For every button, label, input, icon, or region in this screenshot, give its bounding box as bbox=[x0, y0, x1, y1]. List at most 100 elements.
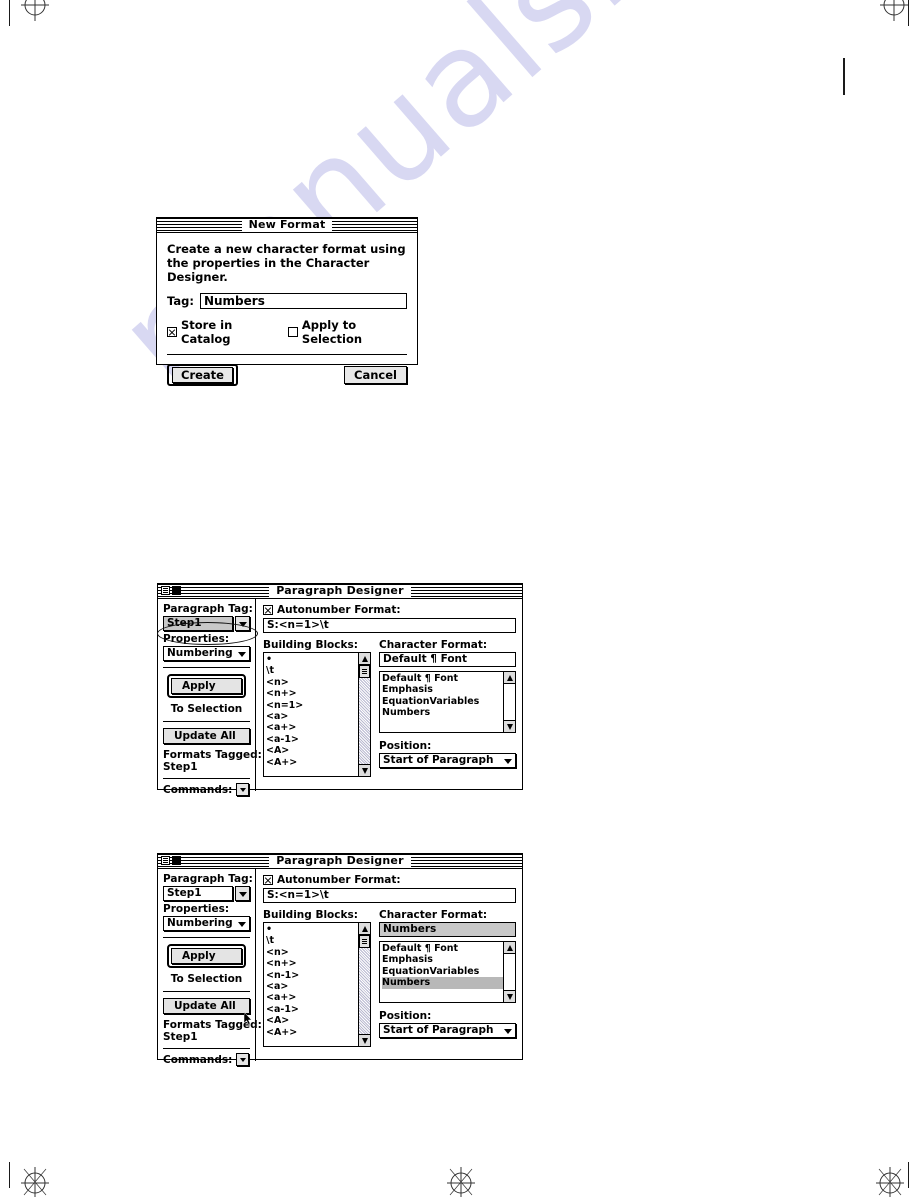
list-item[interactable]: <n-1> bbox=[266, 970, 358, 981]
pd1-character-format-scrollbar[interactable] bbox=[503, 672, 515, 732]
list-item[interactable]: • bbox=[266, 924, 358, 935]
pd1-apply-button[interactable]: Apply bbox=[171, 678, 242, 694]
scroll-up-arrow-icon[interactable] bbox=[504, 672, 515, 684]
pd2-building-blocks-list[interactable]: • \t <n> <n+> <n-1> <a> <a+> <a-1> <A> <… bbox=[263, 922, 371, 1047]
list-item[interactable]: • bbox=[266, 654, 358, 665]
pd1-building-blocks-label: Building Blocks: bbox=[263, 639, 358, 651]
scrollbar-thumb[interactable] bbox=[359, 935, 370, 948]
list-item[interactable]: <n+> bbox=[266, 688, 358, 699]
chevron-down-icon bbox=[504, 758, 512, 764]
list-item[interactable]: EquationVariables bbox=[382, 966, 503, 977]
pd1-autonumber-input[interactable]: S:<n=1>\t bbox=[263, 618, 516, 633]
scroll-down-arrow-icon[interactable] bbox=[359, 1034, 370, 1046]
list-item[interactable]: Numbers bbox=[382, 707, 503, 718]
list-item[interactable]: Default ¶ Font bbox=[382, 943, 503, 954]
tag-input[interactable]: Numbers bbox=[199, 293, 407, 309]
pd1-properties-popup[interactable]: Numbering bbox=[163, 646, 250, 661]
scroll-down-arrow-icon[interactable] bbox=[504, 720, 515, 732]
pd2-autonumber-input[interactable]: S:<n=1>\t bbox=[263, 888, 516, 903]
new-format-description: Create a new character format using the … bbox=[167, 242, 406, 284]
zoom-box-icon[interactable] bbox=[172, 586, 181, 595]
new-format-button-row: Create Cancel bbox=[167, 364, 407, 386]
list-item[interactable]: EquationVariables bbox=[382, 696, 503, 707]
pd2-paragraph-tag-popup[interactable]: Step1 bbox=[163, 886, 250, 901]
chevron-down-icon[interactable] bbox=[236, 1053, 250, 1066]
pd2-building-blocks-label: Building Blocks: bbox=[263, 909, 358, 921]
pd1-character-format-list[interactable]: Default ¶ Font Emphasis EquationVariable… bbox=[379, 671, 516, 733]
list-item[interactable]: <a> bbox=[266, 711, 358, 722]
close-box-icon[interactable] bbox=[161, 856, 170, 865]
store-in-catalog-checkbox[interactable]: Store in Catalog bbox=[167, 318, 274, 346]
scrollbar-track[interactable] bbox=[359, 935, 370, 1034]
list-item[interactable]: <n> bbox=[266, 677, 358, 688]
pd1-character-format-label: Character Format: bbox=[379, 639, 488, 651]
scroll-up-arrow-icon[interactable] bbox=[359, 923, 370, 935]
pd1-paragraph-tag-value[interactable]: Step1 bbox=[163, 616, 233, 631]
pd2-character-format-scrollbar[interactable] bbox=[503, 942, 515, 1002]
pd2-update-all-button[interactable]: Update All bbox=[163, 998, 250, 1014]
checkbox-checked-icon[interactable] bbox=[263, 875, 273, 885]
list-item[interactable]: <n=1> bbox=[266, 700, 358, 711]
pd2-commands-row[interactable]: Commands: bbox=[163, 1053, 250, 1066]
scrollbar-track[interactable] bbox=[359, 665, 370, 764]
scrollbar-track[interactable] bbox=[504, 684, 515, 720]
list-item[interactable]: \t bbox=[266, 935, 358, 946]
pd2-properties-popup[interactable]: Numbering bbox=[163, 916, 250, 931]
scrollbar-track[interactable] bbox=[504, 954, 515, 990]
pd2-character-format-items: Default ¶ Font Emphasis EquationVariable… bbox=[380, 942, 503, 1002]
checkbox-checked-icon bbox=[167, 327, 177, 337]
pd1-character-format-input[interactable]: Default ¶ Font bbox=[379, 652, 516, 667]
list-item[interactable]: <A> bbox=[266, 1015, 358, 1026]
list-item-selected[interactable]: Numbers bbox=[382, 977, 503, 989]
pd1-autonumber-row[interactable]: Autonumber Format: bbox=[263, 604, 516, 616]
pd1-commands-row[interactable]: Commands: bbox=[163, 783, 250, 796]
close-box-icon[interactable] bbox=[161, 586, 170, 595]
checkbox-checked-icon[interactable] bbox=[263, 605, 273, 615]
list-item[interactable]: <a-1> bbox=[266, 1004, 358, 1015]
new-format-titlebar[interactable]: New Format bbox=[157, 218, 417, 233]
apply-to-selection-checkbox[interactable]: Apply to Selection bbox=[287, 318, 407, 346]
list-item[interactable]: Emphasis bbox=[382, 684, 503, 695]
scrollbar-thumb[interactable] bbox=[359, 665, 370, 678]
pd2-building-blocks-scrollbar[interactable] bbox=[358, 923, 370, 1046]
pd1-paragraph-tag-popup[interactable]: Step1 bbox=[163, 616, 250, 631]
list-item[interactable]: Default ¶ Font bbox=[382, 673, 503, 684]
list-item[interactable]: <n+> bbox=[266, 958, 358, 969]
pd1-building-blocks-scrollbar[interactable] bbox=[358, 653, 370, 776]
list-item[interactable]: <A> bbox=[266, 745, 358, 756]
list-item[interactable]: <n> bbox=[266, 947, 358, 958]
list-item[interactable]: <a> bbox=[266, 981, 358, 992]
list-item[interactable]: <a+> bbox=[266, 722, 358, 733]
pd2-titlebar[interactable]: Paragraph Designer bbox=[158, 854, 522, 869]
pd1-building-blocks-list[interactable]: • \t <n> <n+> <n=1> <a> <a+> <a-1> <A> <… bbox=[263, 652, 371, 777]
list-item[interactable]: Emphasis bbox=[382, 954, 503, 965]
list-item[interactable]: <a+> bbox=[266, 992, 358, 1003]
pd1-titlebar[interactable]: Paragraph Designer bbox=[158, 584, 522, 599]
pd2-position-popup[interactable]: Start of Paragraph bbox=[379, 1023, 516, 1038]
scroll-up-arrow-icon[interactable] bbox=[359, 653, 370, 665]
chevron-down-icon[interactable] bbox=[236, 783, 250, 796]
pd2-character-format-list[interactable]: Default ¶ Font Emphasis EquationVariable… bbox=[379, 941, 516, 1003]
pd2-paragraph-tag-value[interactable]: Step1 bbox=[163, 886, 233, 901]
list-item[interactable]: \t bbox=[266, 665, 358, 676]
pd2-properties-label: Properties: bbox=[163, 903, 230, 915]
pd2-character-format-input[interactable]: Numbers bbox=[379, 922, 516, 937]
pd1-update-all-button[interactable]: Update All bbox=[163, 728, 250, 744]
chevron-down-icon[interactable] bbox=[235, 616, 250, 631]
pd2-autonumber-row[interactable]: Autonumber Format: bbox=[263, 874, 516, 886]
list-item[interactable]: <A+> bbox=[266, 1027, 358, 1038]
chevron-down-icon[interactable] bbox=[235, 886, 250, 901]
scroll-down-arrow-icon[interactable] bbox=[359, 764, 370, 776]
list-item[interactable]: <a-1> bbox=[266, 734, 358, 745]
checkbox-unchecked-icon bbox=[287, 327, 298, 337]
scroll-up-arrow-icon[interactable] bbox=[504, 942, 515, 954]
divider bbox=[163, 937, 250, 938]
pd2-apply-button[interactable]: Apply bbox=[171, 948, 242, 964]
printed-page: manualshive.com New Format Create a new … bbox=[0, 0, 918, 1197]
create-button[interactable]: Create bbox=[167, 364, 238, 386]
pd1-position-popup[interactable]: Start of Paragraph bbox=[379, 753, 516, 768]
zoom-box-icon[interactable] bbox=[172, 856, 181, 865]
cancel-button[interactable]: Cancel bbox=[344, 366, 407, 384]
scroll-down-arrow-icon[interactable] bbox=[504, 990, 515, 1002]
list-item[interactable]: <A+> bbox=[266, 757, 358, 768]
